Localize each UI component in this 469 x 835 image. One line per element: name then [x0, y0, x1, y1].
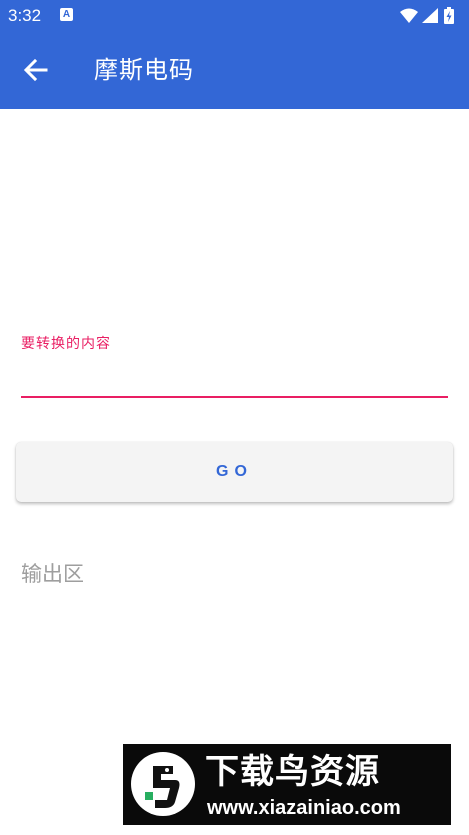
- content-input-label: 要转换的内容: [21, 336, 111, 352]
- watermark-title: 下载鸟资源: [205, 752, 380, 792]
- back-button[interactable]: [20, 54, 52, 86]
- app-title: 摩斯电码: [94, 56, 194, 84]
- arrow-left-icon: [23, 58, 48, 82]
- watermark-banner: 下载鸟资源 www.xiazainiao.com: [123, 744, 451, 825]
- go-button[interactable]: GO: [16, 442, 453, 502]
- status-bar: 3:32 A: [0, 0, 469, 32]
- status-icons: [399, 6, 461, 26]
- battery-icon: [444, 7, 454, 24]
- signal-icon: [422, 8, 438, 23]
- content-input-group: 要转换的内容: [21, 334, 448, 398]
- status-time: 3:32: [8, 6, 42, 25]
- watermark-url: www.xiazainiao.com: [207, 797, 401, 819]
- a-notification-icon: A: [60, 8, 73, 21]
- content-input[interactable]: [21, 360, 448, 398]
- screen: 3:32 A 摩斯电码 要转换的内容 GO 输出区 下载鸟资源 www.xiaz…: [0, 0, 469, 835]
- wifi-icon: [400, 8, 418, 23]
- app-bar: 摩斯电码: [0, 32, 469, 109]
- output-area: 输出区: [21, 562, 84, 586]
- bird-logo-icon: [131, 752, 195, 816]
